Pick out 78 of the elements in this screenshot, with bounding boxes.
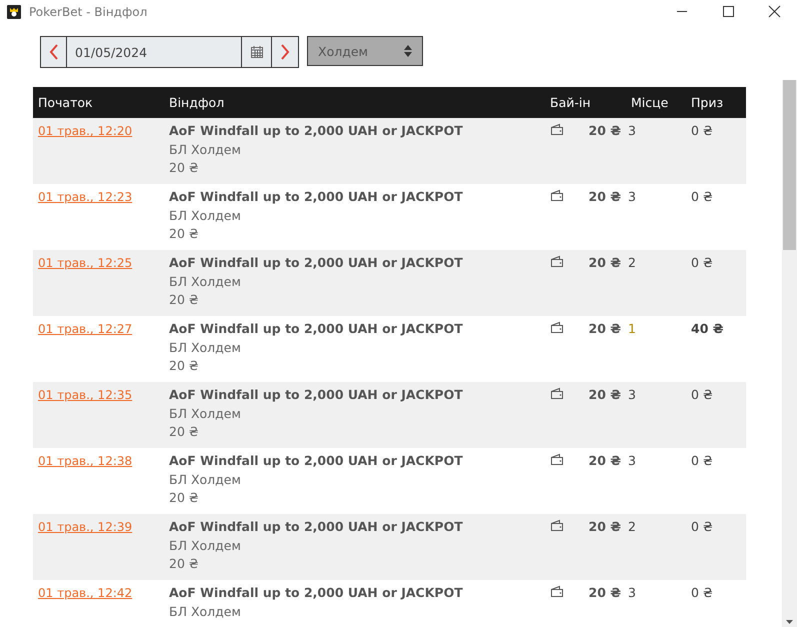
buy-in-amount: 20 ₴ (588, 585, 622, 600)
chevron-right-icon (280, 44, 290, 60)
wallet-icon (550, 321, 564, 334)
scroll-down-icon[interactable] (786, 620, 793, 624)
prize-amount: 0 ₴ (691, 453, 713, 468)
buy-in-amount: 20 ₴ (588, 519, 622, 534)
start-time-link[interactable]: 01 трав., 12:42 (38, 586, 132, 600)
game-type: БЛ Холдем (169, 141, 242, 159)
place-number: 3 (628, 123, 636, 138)
scrollbar[interactable] (782, 80, 797, 627)
column-header: Приз (691, 95, 724, 110)
column-header: Початок (38, 95, 93, 110)
start-time-link[interactable]: 01 трав., 12:27 (38, 322, 132, 336)
amount-text: 20 ₴ (169, 423, 200, 441)
buy-in-amount: 20 ₴ (588, 123, 622, 138)
column-header: Місце (631, 95, 668, 110)
amount-text: 20 ₴ (169, 357, 200, 375)
game-type: БЛ Холдем (169, 405, 242, 423)
tournament-title: AoF Windfall up to 2,000 UAH or JACKPOT (169, 255, 464, 270)
calendar-icon (250, 46, 262, 58)
game-type: БЛ Холдем (169, 273, 242, 291)
buy-in-amount: 20 ₴ (588, 255, 622, 270)
prize-amount: 40 ₴ (691, 321, 724, 336)
prize-amount: 0 ₴ (691, 519, 713, 534)
start-time-link[interactable]: 01 трав., 12:23 (38, 190, 132, 204)
place-number: 3 (628, 387, 636, 402)
place-number: 2 (628, 255, 636, 270)
amount-text: 20 ₴ (169, 489, 200, 507)
wallet-icon (550, 255, 564, 268)
game-type: БЛ Холдем (169, 207, 242, 225)
tournament-title: AoF Windfall up to 2,000 UAH or JACKPOT (169, 123, 464, 138)
window-title: PokerBet - Віндфол (29, 5, 148, 19)
wallet-icon (550, 123, 564, 136)
start-time-link[interactable]: 01 трав., 12:25 (38, 256, 132, 270)
game-type: БЛ Холдем (169, 471, 242, 489)
wallet-icon (550, 585, 564, 598)
amount-text: 20 ₴ (169, 225, 200, 243)
prize-amount: 0 ₴ (691, 255, 713, 270)
wallet-icon (550, 519, 564, 532)
place-number: 2 (628, 519, 636, 534)
buy-in-amount: 20 ₴ (588, 453, 622, 468)
start-time-link[interactable]: 01 трав., 12:35 (38, 388, 132, 402)
place-number: 3 (628, 585, 636, 600)
start-time-link[interactable]: 01 трав., 12:20 (38, 124, 132, 138)
wallet-icon (550, 453, 564, 466)
tournament-title: AoF Windfall up to 2,000 UAH or JACKPOT (169, 453, 464, 468)
wallet-icon (550, 189, 564, 202)
tournament-title: AoF Windfall up to 2,000 UAH or JACKPOT (169, 519, 464, 534)
amount-text: 20 ₴ (169, 555, 200, 573)
prize-amount: 0 ₴ (691, 189, 713, 204)
place-number: 3 (628, 453, 636, 468)
amount-text: 20 ₴ (169, 159, 200, 177)
tournament-title: AoF Windfall up to 2,000 UAH or JACKPOT (169, 387, 464, 402)
prize-amount: 0 ₴ (691, 123, 713, 138)
date-picker[interactable]: 01/05/2024 (40, 36, 299, 68)
buy-in-amount: 20 ₴ (588, 321, 622, 336)
chevron-left-icon (48, 44, 58, 60)
column-header: Віндфол (169, 95, 224, 110)
tournament-title: AoF Windfall up to 2,000 UAH or JACKPOT (169, 321, 464, 336)
game-type: БЛ Холдем (169, 537, 242, 555)
column-header: Бай-ін (550, 95, 591, 110)
buy-in-amount: 20 ₴ (588, 189, 622, 204)
start-time-link[interactable]: 01 трав., 12:38 (38, 454, 132, 468)
app-logo-icon (7, 5, 21, 19)
wallet-icon (550, 387, 564, 400)
amount-text: 20 ₴ (169, 291, 200, 309)
game-type: БЛ Холдем (169, 603, 242, 621)
game-type: БЛ Холдем (169, 339, 242, 357)
start-time-link[interactable]: 01 трав., 12:39 (38, 520, 132, 534)
tournament-title: AoF Windfall up to 2,000 UAH or JACKPOT (169, 585, 464, 600)
sort-caret-icon (404, 45, 412, 57)
tournament-title: AoF Windfall up to 2,000 UAH or JACKPOT (169, 189, 464, 204)
prize-amount: 0 ₴ (691, 585, 713, 600)
place-number: 1 (628, 321, 636, 336)
place-number: 3 (628, 189, 636, 204)
buy-in-amount: 20 ₴ (588, 387, 622, 402)
game-dropdown[interactable]: Холдем (307, 36, 423, 66)
prize-amount: 0 ₴ (691, 387, 713, 402)
